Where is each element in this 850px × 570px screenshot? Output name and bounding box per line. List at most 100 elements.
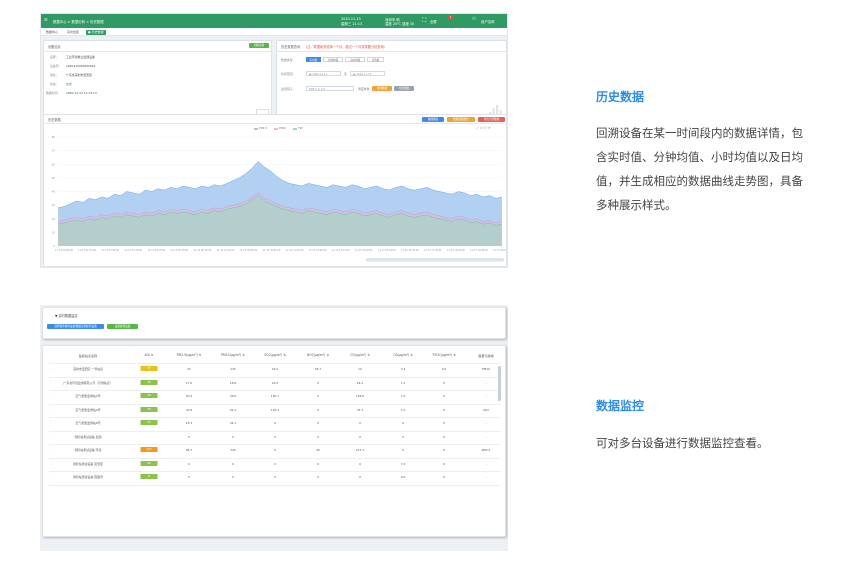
pollutant-value: 0	[443, 434, 445, 439]
column-header[interactable]: TVOC(μg/m³) ⇅	[432, 353, 456, 357]
station-name[interactable]: 测控站测试设备-监测	[74, 435, 101, 439]
menu-icon[interactable]: ☰	[44, 17, 48, 22]
x-tick-label: 11-13 09:52:00	[263, 249, 281, 252]
pollutant-value: 0	[317, 434, 319, 439]
data-time-value: 2020-11-13 11:13:13	[66, 91, 97, 95]
expand-row-icon[interactable]: ›	[50, 367, 51, 371]
station-name[interactable]: 深圳市宝安区 一号站点	[73, 367, 103, 371]
fullscreen-icon[interactable]: ⛶	[422, 17, 426, 25]
station-name[interactable]: 测控站测试设备-宝安区	[73, 462, 103, 466]
user-icon[interactable]: ⚇	[472, 17, 476, 22]
pollutant-value: 0	[359, 475, 361, 479]
aqi-badge: 36	[140, 379, 158, 385]
pollutant-value: 7.2	[400, 461, 406, 466]
column-header[interactable]: PM2.5(μg/m³) ⇅	[177, 353, 202, 357]
table-stats-button[interactable]: 数据表格统计	[447, 116, 475, 122]
column-header[interactable]: 首要污染物	[478, 353, 493, 358]
address-label: 地址：	[50, 73, 59, 77]
legend-tsp[interactable]: TSP	[298, 127, 303, 130]
export-data-button[interactable]: 导出数据	[394, 86, 414, 91]
expand-row-icon[interactable]: ›	[50, 475, 51, 479]
x-tick-label: 11-13 19:48:00	[470, 249, 488, 252]
column-header[interactable]: NO2(μg/m³) ⇅	[307, 353, 329, 357]
table-scrollbar[interactable]	[498, 366, 501, 401]
data-type-realtime[interactable]: 实时值	[306, 57, 321, 62]
pollutant-value: 0	[443, 380, 445, 385]
pollutant-value: 32.1	[229, 407, 237, 412]
data-time-label: 数据时间：	[46, 91, 61, 95]
data-type-day[interactable]: 日均值	[367, 57, 384, 62]
time-range-label: 时间范围：	[281, 72, 296, 76]
tab-history[interactable]: ● 历史数据	[86, 29, 106, 35]
primary-pollutant: -	[485, 380, 487, 385]
column-header[interactable]: O3(μg/m³) ⇅	[393, 353, 413, 357]
user-name[interactable]: 用户名称	[481, 19, 495, 24]
station-name[interactable]: 空气质量监测站2号	[76, 394, 101, 398]
pollutant-value: 0	[443, 407, 445, 412]
monitor-table-panel: 监控站点名称 AQI ⇅ PM2.5(μg/m³) ⇅ PM10(μg/m³) ⇅ SO…	[42, 345, 506, 537]
curve-chart-button[interactable]: 曲线图表	[422, 116, 444, 122]
aqi-badge: 16	[140, 460, 158, 466]
pollutant-value: 0	[443, 394, 445, 398]
primary-pollutant: -	[485, 394, 487, 398]
notification-badge[interactable]: 1	[448, 15, 453, 20]
column-header[interactable]: CO(μg/m³) ⇅	[350, 353, 370, 357]
legend-pm10[interactable]: PM10	[279, 127, 286, 130]
x-tick-label: 11-13 03:16:00	[124, 249, 142, 252]
query-warning: （注：数据最多选择一个月、超过一个月将需要分批查询）	[304, 44, 387, 49]
tab-data-center[interactable]: 数据中心	[44, 30, 60, 35]
chart-panel-title: 历史数据	[48, 118, 61, 122]
device-id-value: 2020112010000001	[66, 64, 96, 68]
y-tick-label: 80	[52, 135, 56, 139]
end-date-input[interactable]: ▦ 2020-11-13	[350, 71, 385, 76]
data-type-minute[interactable]: 分钟均值	[323, 57, 343, 62]
data-type-hour[interactable]: 小时均值	[345, 57, 365, 62]
pollutant-value: 0	[402, 421, 404, 425]
pollutant-value: 0	[317, 475, 319, 479]
pollutant-value: 125	[230, 367, 236, 371]
x-tick-label: 11-13 17:36:00	[424, 249, 442, 252]
expand-row-icon[interactable]: ›	[50, 462, 51, 466]
expand-row-icon[interactable]: ›	[50, 381, 51, 385]
factor-label: 监测因子：	[281, 87, 296, 91]
station-name[interactable]: 广东省环境监测有限公司（示例站点）	[63, 381, 112, 385]
tab-realtime[interactable]: 实时监控	[65, 30, 81, 35]
y-tick-label: 40	[52, 190, 56, 194]
select-devices-button[interactable]: 选择要查看的设备/数据定制显示设备	[47, 324, 104, 329]
column-header[interactable]: AQI ⇅	[145, 353, 154, 357]
pollutant-value: 0	[188, 475, 190, 479]
clear-conditions-button[interactable]: 清空条件	[358, 87, 370, 91]
station-name[interactable]: 空气质量监测站4号	[76, 408, 101, 412]
factor-select[interactable]: PM2.5 ⊕ 1/3	[306, 86, 354, 91]
y-tick-label: 10	[52, 230, 56, 234]
x-tick-label: 11-13 02:05:00	[101, 249, 119, 252]
date-display: 2020-11-13	[341, 16, 361, 21]
primary-pollutant: -	[485, 475, 487, 479]
column-header[interactable]: 监控站点名称	[79, 353, 98, 358]
column-header[interactable]: PM10(μg/m³) ⇅	[221, 353, 245, 357]
expand-row-icon[interactable]: ›	[50, 421, 51, 425]
pollutant-value: 0	[359, 461, 361, 466]
export-all-button[interactable]: 导出全部数据	[478, 116, 505, 122]
query-data-button[interactable]: 查询数据	[372, 86, 392, 91]
expand-row-icon[interactable]: ›	[50, 435, 51, 439]
chart-zoom-slider[interactable]	[366, 258, 504, 262]
start-date-input[interactable]: ▦ 2020-11-13	[306, 71, 341, 76]
range-separator: 至	[344, 72, 347, 76]
switch-device-button[interactable]: 切换设备	[249, 43, 269, 48]
pollutant-value: 40	[316, 448, 320, 452]
column-header[interactable]: SO2(μg/m³) ⇅	[264, 353, 286, 357]
expand-row-icon[interactable]: ›	[50, 448, 51, 452]
legend-pm25[interactable]: PM2.5	[259, 127, 267, 130]
expand-row-icon[interactable]: ›	[50, 408, 51, 412]
pollutant-value: 153.6	[355, 394, 365, 398]
station-name[interactable]: 测控站测试设备-环境	[74, 448, 101, 452]
expand-row-icon[interactable]: ›	[50, 394, 51, 398]
pollutant-value: 0	[274, 475, 276, 479]
fullscreen-label[interactable]: 全屏	[430, 19, 437, 24]
station-name[interactable]: 测控站测试设备-西丽号	[73, 475, 103, 479]
monitor-control-panel: ▼ 实时数据监控 选择要查看的设备/数据定制显示设备 设置监测设备	[42, 307, 506, 339]
station-name[interactable]: 空气质量监测站6号	[76, 421, 101, 425]
set-monitor-device-button[interactable]: 设置监测设备	[107, 324, 138, 329]
refresh-icon[interactable]: ⟳	[488, 126, 492, 130]
